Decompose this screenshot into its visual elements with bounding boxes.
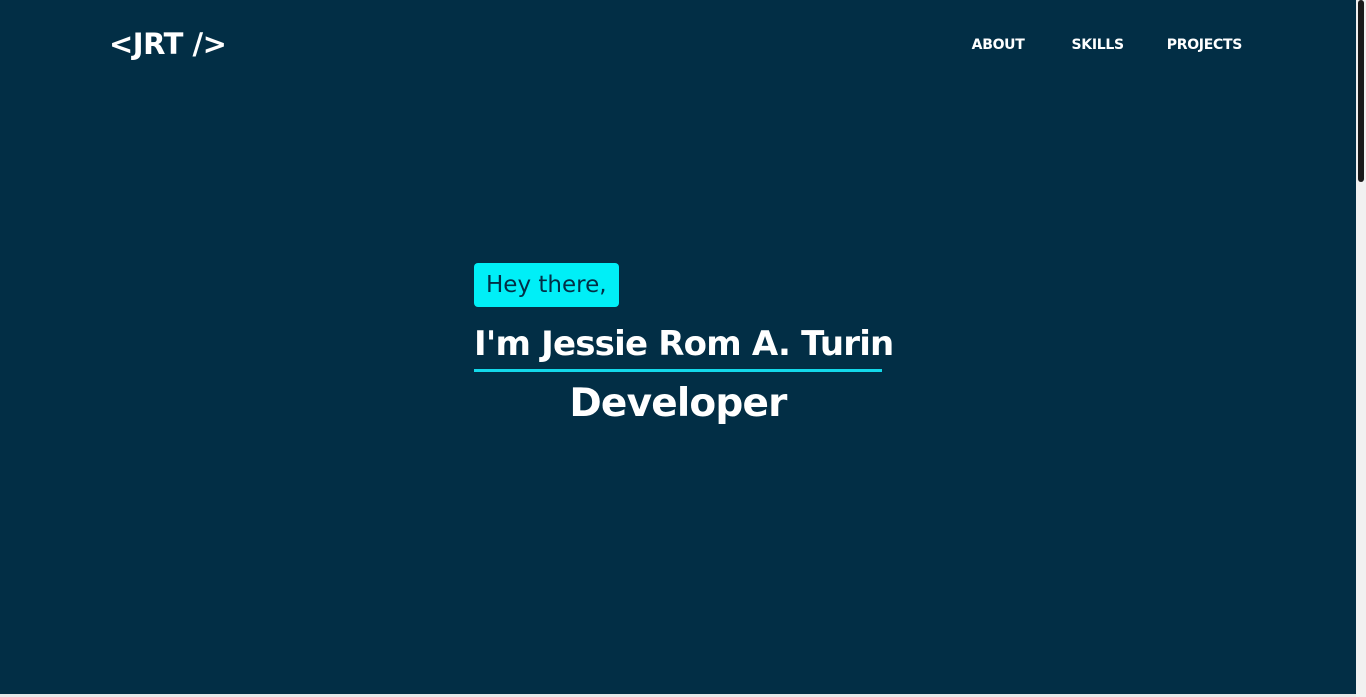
nav-projects-link[interactable]: PROJECTS bbox=[1167, 35, 1243, 55]
scrollbar-thumb[interactable] bbox=[1358, 0, 1364, 182]
portfolio-page: <JRT /> ABOUT SKILLS PROJECTS Hey there,… bbox=[0, 0, 1366, 697]
main-nav: ABOUT SKILLS PROJECTS bbox=[972, 35, 1243, 55]
name-heading: I'm Jessie Rom A. Turin bbox=[474, 324, 894, 364]
nav-about-link[interactable]: ABOUT bbox=[972, 35, 1025, 55]
greeting-badge: Hey there, bbox=[474, 263, 619, 307]
hero-section: Hey there, I'm Jessie Rom A. Turin Devel… bbox=[474, 263, 894, 426]
nav-skills-link[interactable]: SKILLS bbox=[1072, 35, 1125, 55]
site-header: <JRT /> ABOUT SKILLS PROJECTS bbox=[0, 0, 1356, 90]
name-heading-wrap: I'm Jessie Rom A. Turin bbox=[474, 321, 894, 372]
site-logo[interactable]: <JRT /> bbox=[109, 26, 227, 62]
role-text: Developer bbox=[569, 381, 787, 426]
name-underline bbox=[474, 369, 882, 372]
page-scrollbar[interactable] bbox=[1356, 0, 1366, 697]
